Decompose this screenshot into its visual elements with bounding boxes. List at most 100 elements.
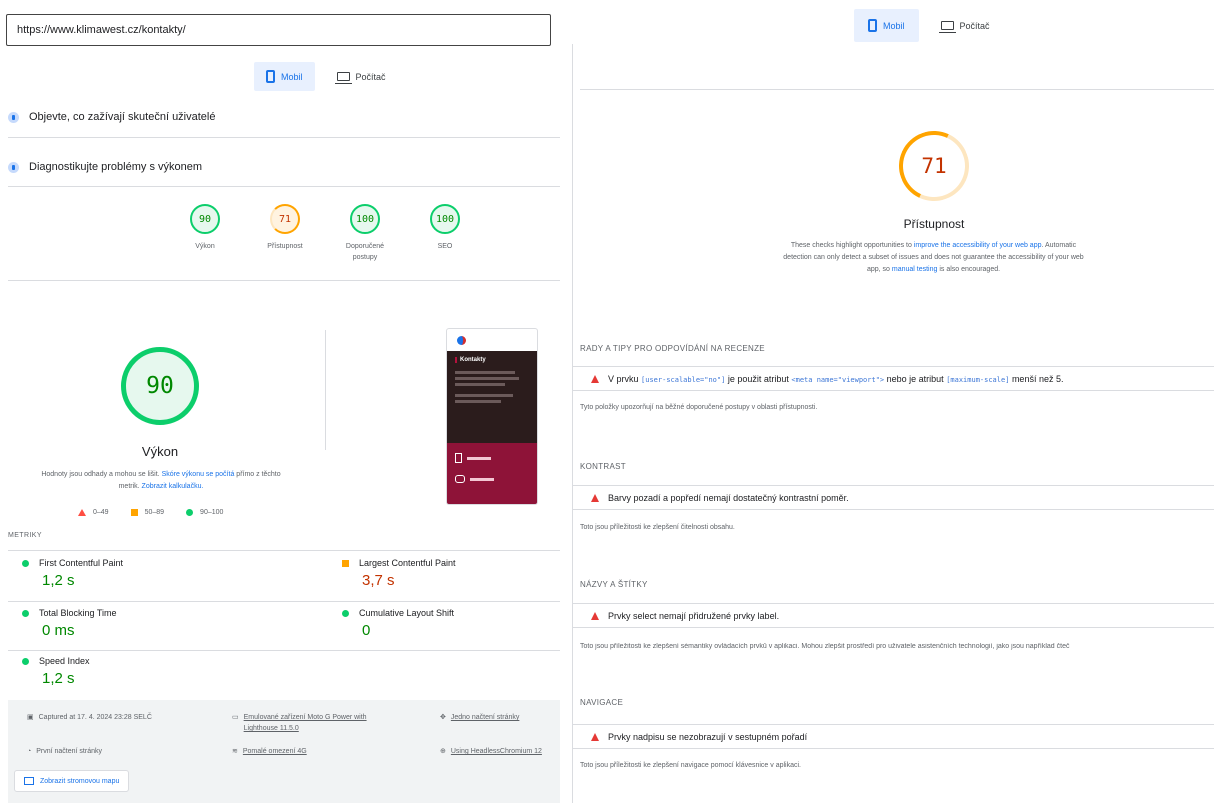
code-snippet: [user-scalable="no"] (641, 375, 726, 384)
device-tabs-right: Mobil Počítač (854, 9, 1002, 42)
page-screenshot-thumbnail[interactable]: Kontakty (446, 328, 538, 505)
tab-mobile[interactable]: Mobil (254, 62, 315, 91)
metric-name: Largest Contentful Paint (359, 558, 456, 568)
metric-fcp: First Contentful Paint 1,2 s (22, 558, 123, 589)
divider (8, 280, 560, 281)
section-real-users-label: Objevte, co zažívají skuteční uživatelé (29, 111, 216, 123)
score-label: Přístupnost (267, 243, 303, 250)
phone-icon (868, 19, 877, 32)
improve-accessibility-link[interactable]: improve the accessibility of your web ap… (914, 242, 1042, 249)
gauge-seo: 100 (430, 204, 460, 234)
score-label: Výkon (195, 243, 215, 250)
score-legend: 0–49 50–89 90–100 (78, 509, 223, 516)
device-tabs: Mobil Počítač (254, 62, 398, 91)
metric-speed-index: Speed Index 1,2 s (22, 656, 90, 687)
audit-item[interactable]: V prvku [user-scalable="no"] je použit a… (573, 366, 1214, 391)
accessibility-score: 71 (921, 154, 947, 178)
divider (8, 550, 560, 551)
globe-icon: ⊕ (440, 748, 446, 755)
pass-circle-icon (22, 657, 29, 665)
audit-text-part: nebo je atribut (886, 373, 944, 384)
metric-value: 3,7 s (362, 572, 395, 589)
view-treemap-button[interactable]: Zobrazit stromovou mapu (14, 770, 130, 792)
fail-triangle-icon (591, 374, 599, 383)
section-real-users[interactable]: Objevte, co zažívají skuteční uživatelé (8, 111, 215, 123)
metric-lcp: Largest Contentful Paint 3,7 s (342, 558, 456, 589)
browser-info[interactable]: ⊕ Using HeadlessChromium 12 (440, 746, 542, 757)
perf-desc-1: Hodnoty jsou odhady a mohou se lišit. (41, 471, 160, 478)
perf-score-link[interactable]: Skóre výkonu se počítá (162, 471, 235, 478)
legend-fail: 0–49 (93, 509, 109, 516)
single-load-info[interactable]: ✥ Jedno načtení stránky (440, 712, 519, 723)
gauge-best-practices: 100 (350, 204, 380, 234)
acc-desc-3: is also encouraged. (939, 266, 1001, 273)
monitor-icon (938, 21, 956, 33)
treemap-label: Zobrazit stromovou mapu (40, 777, 120, 785)
fail-triangle-icon (591, 493, 599, 502)
audit-text-part: V prvku (608, 373, 639, 384)
device-icon: ▭ (232, 714, 239, 721)
category-heading: RADY A TIPY PRO ODPOVÍDÁNÍ NA RECENZE (580, 344, 765, 353)
audit-item[interactable]: Barvy pozadí a popředí nemají dostatečný… (573, 485, 1214, 510)
metric-name: Cumulative Layout Shift (359, 608, 455, 618)
divider (325, 330, 326, 450)
tab-mobile[interactable]: Mobil (854, 9, 919, 42)
browser-text: Using HeadlessChromium 12 (450, 748, 542, 755)
fail-triangle-icon (78, 509, 86, 516)
thumb-hero: Kontakty (447, 351, 537, 443)
tab-desktop-label: Počítač (959, 20, 990, 31)
gauge-performance: 90 (190, 204, 220, 234)
audit-text-part: menší než 5. (1011, 373, 1064, 384)
gauge-accessibility: 71 (270, 204, 300, 234)
tab-desktop-label: Počítač (355, 71, 386, 82)
manual-testing-link[interactable]: manual testing (892, 266, 938, 273)
audit-item[interactable]: Prvky nadpisu se nezobrazují v sestupném… (573, 724, 1214, 749)
metric-name: Total Blocking Time (39, 608, 117, 618)
divider (8, 601, 560, 602)
metric-name: First Contentful Paint (39, 558, 124, 568)
category-note: Toto jsou příležitosti ke zlepšení navig… (580, 762, 801, 769)
audit-text: Barvy pozadí a popředí nemají dostatečný… (608, 492, 849, 503)
metric-value: 0 (362, 622, 371, 639)
fail-triangle-icon (591, 732, 599, 741)
site-logo-icon (457, 335, 466, 345)
code-snippet: [maximum-scale] (946, 375, 1010, 384)
diagnose-icon (8, 161, 19, 173)
score-seo[interactable]: 100 SEO (415, 204, 475, 252)
panel-divider (572, 44, 573, 803)
divider (580, 89, 1214, 90)
loading-icon: ✥ (440, 714, 446, 721)
metric-value: 0 ms (42, 622, 75, 639)
divider (8, 137, 560, 138)
first-load-info: ◔ První načtení stránky (27, 746, 102, 757)
metric-cls: Cumulative Layout Shift 0 (342, 608, 454, 639)
url-input[interactable]: https://www.klimawest.cz/kontakty/ (6, 14, 551, 46)
audit-item[interactable]: Prvky select nemají přidružené prvky lab… (573, 603, 1214, 628)
category-note: Tyto položky upozorňují na běžné doporuč… (580, 404, 818, 411)
divider (8, 186, 560, 187)
throttling-text: Pomalé omezení 4G (242, 748, 307, 755)
left-report-panel: https://www.klimawest.cz/kontakty/ Mobil… (0, 0, 560, 803)
accessibility-description: These checks highlight opportunities to … (781, 240, 1086, 276)
score-label: Doporučené postupy (345, 243, 385, 261)
section-diagnose-label: Diagnostikujte problémy s výkonem (29, 161, 203, 173)
throttling-info[interactable]: ≋ Pomalé omezení 4G (232, 746, 307, 757)
section-diagnose[interactable]: Diagnostikujte problémy s výkonem (8, 161, 202, 173)
thumb-header (447, 329, 537, 351)
pass-circle-icon (186, 509, 194, 516)
score-best-practices[interactable]: 100 Doporučené postupy (335, 204, 395, 263)
category-heading: NÁZVY A ŠTÍTKY (580, 580, 648, 589)
score-accessibility[interactable]: 71 Přístupnost (255, 204, 315, 252)
tab-desktop[interactable]: Počítač (325, 62, 398, 91)
score-label: SEO (437, 243, 453, 250)
timer-icon: ◔ (27, 748, 32, 755)
accessibility-title: Přístupnost (903, 217, 965, 231)
metric-tbt: Total Blocking Time 0 ms (22, 608, 117, 639)
score-performance[interactable]: 90 Výkon (175, 204, 235, 252)
calendar-icon: ▣ (27, 714, 34, 721)
tab-desktop[interactable]: Počítač (929, 9, 1002, 42)
emulated-device-info[interactable]: ▭ Emulované zařízení Moto G Power with Li… (232, 712, 402, 734)
phone-icon (266, 70, 275, 83)
legend-pass: 90–100 (200, 509, 224, 516)
calculator-link[interactable]: Zobrazit kalkulačku. (142, 483, 204, 490)
